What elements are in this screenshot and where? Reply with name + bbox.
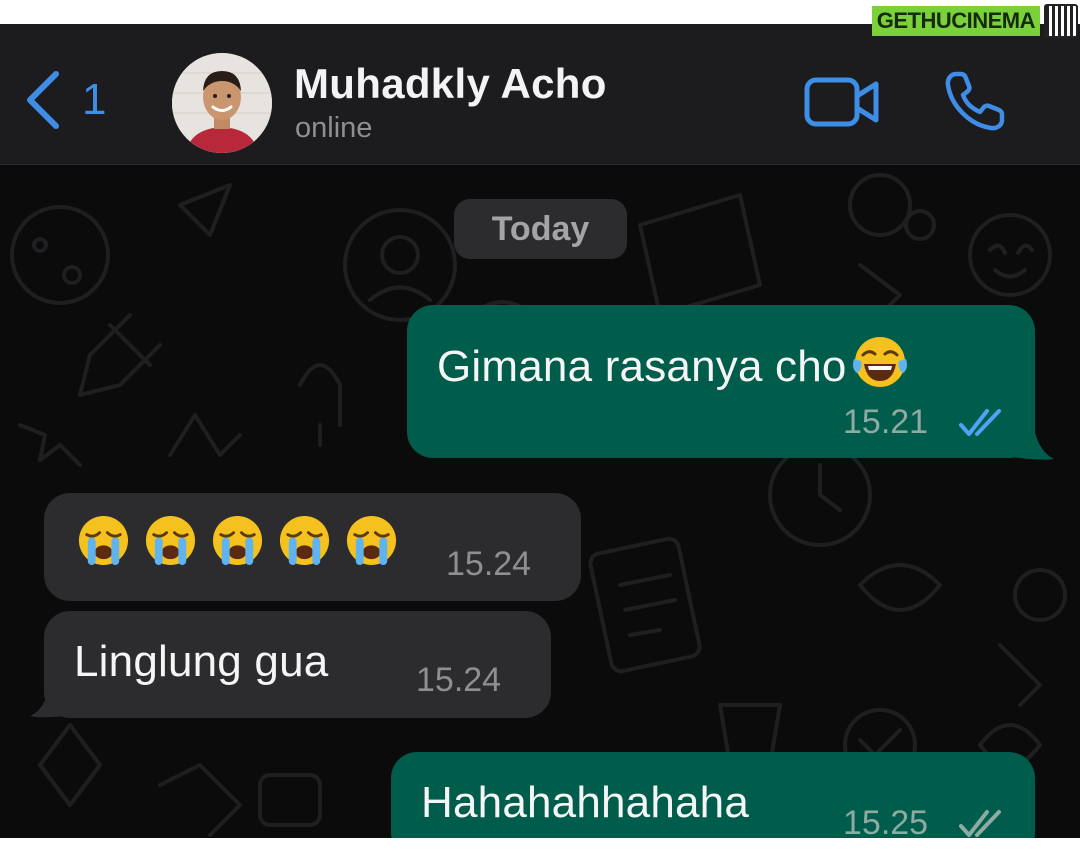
message-time: 15.24 <box>446 545 532 583</box>
chevron-left-icon <box>27 71 59 129</box>
loudly-crying-face-emoji-icon <box>212 515 263 566</box>
emoji-row <box>76 513 399 568</box>
message-outgoing[interactable]: Gimana rasanya cho 15.21 <box>407 305 1035 458</box>
contact-name[interactable]: Muhadkly Acho <box>294 60 607 108</box>
chat-header: 1 Muhadkly Acho online <box>0 24 1080 165</box>
loudly-crying-face-emoji-icon <box>346 515 397 566</box>
date-separator: Today <box>454 199 627 259</box>
message-list[interactable]: Today Gimana rasanya cho 15.21 15.24 Lin… <box>0 165 1080 838</box>
video-camera-icon <box>804 77 879 127</box>
loudly-crying-face-emoji-icon <box>145 515 196 566</box>
message-time: 15.24 <box>416 661 502 699</box>
contact-status: online <box>295 112 373 144</box>
loudly-crying-face-emoji-icon <box>279 515 330 566</box>
message-incoming[interactable]: Linglung gua 15.24 <box>44 611 551 718</box>
read-double-check-icon <box>959 409 1001 436</box>
message-outgoing[interactable]: Hahahahhahaha 15.25 <box>391 752 1035 838</box>
watermark-text: GETHUCINEMA <box>871 6 1040 36</box>
message-text: Linglung gua <box>74 637 329 686</box>
message-time: 15.21 <box>843 403 929 441</box>
video-call-button[interactable] <box>804 76 880 128</box>
unread-count: 1 <box>82 75 107 124</box>
message-text: Gimana rasanya cho <box>437 333 909 392</box>
message-time: 15.25 <box>843 804 929 838</box>
watermark-logo: GETHUCINEMA <box>871 4 1078 38</box>
message-text-content: Gimana rasanya cho <box>437 342 847 391</box>
loudly-crying-face-emoji-icon <box>78 515 129 566</box>
phone-icon <box>945 71 1005 131</box>
avatar-image <box>172 53 272 153</box>
message-text: Hahahahhahaha <box>421 778 750 827</box>
contact-avatar[interactable] <box>172 53 272 153</box>
tears-of-joy-emoji-icon <box>852 337 907 387</box>
back-button[interactable]: 1 <box>22 68 122 132</box>
message-incoming[interactable]: 15.24 <box>44 493 581 601</box>
chat-window: 1 Muhadkly Acho online Today Gimana rasa… <box>0 24 1080 838</box>
voice-call-button[interactable] <box>944 70 1006 132</box>
delivered-double-check-icon <box>959 810 1001 837</box>
film-icon <box>1044 4 1078 38</box>
